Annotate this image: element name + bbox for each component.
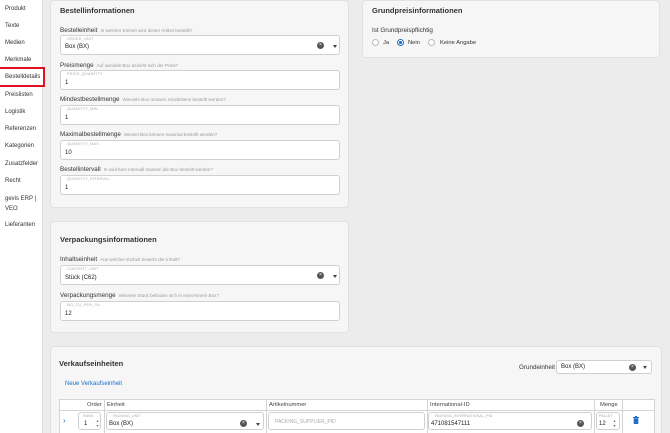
radio-ja[interactable] [372,39,379,46]
packaging-card: Verpackungsinformationen Inhaltseinheit A… [50,221,349,333]
col-header-einheit: Einheit [107,402,125,408]
base-price-card: Grundpreisinformationen Ist Grundpreispf… [362,0,660,58]
sidebar-item-logistik[interactable]: Logistik [0,108,43,116]
sidebar-item-bestelldetails[interactable]: Bestelldetails [0,67,45,87]
pack-qty-input[interactable]: NO_CU_PER_OU 12 [60,301,340,321]
order-info-card: Bestellinformationen Bestelleinheit In we… [50,0,349,208]
order-info-title: Bestellinformationen [60,6,135,15]
max-qty-input[interactable]: QUANTITY_MAX 10 [60,140,340,160]
price-qty-input[interactable]: PRICE_QUANTITY 1 [60,70,340,90]
clear-icon[interactable]: × [240,420,247,427]
quantity-stepper[interactable]: PALLET 12 ▴ ▾ [596,412,620,430]
pack-qty-label: Verpackungsmenge Wieviele Stück befinden … [60,292,220,299]
sidebar-item-medien[interactable]: Medien [0,39,43,47]
chevron-down-icon[interactable] [333,44,337,48]
sidebar-item-produkt[interactable]: Produkt [0,5,43,13]
packaging-title: Verpackungsinformationen [60,235,157,244]
chevron-right-icon[interactable]: › [63,416,66,425]
clear-icon[interactable]: × [317,272,324,279]
content-unit-label: Inhaltseinheit Aus welcher Einheit besteh… [60,256,180,263]
sidebar-item-kategorien[interactable]: Kategorien [0,142,43,150]
order-rank-input[interactable]: RANK 1 ▴ ▾ [78,412,101,430]
order-unit-select[interactable]: ORDER_UNIT Box (BX) × [60,35,340,55]
radio-nein[interactable] [397,39,404,46]
base-price-question: Ist Grundpreispflichtig [372,27,433,34]
sales-unit-select[interactable]: PACKING_UNIT Box (BX) × [106,412,264,430]
price-qty-label: Preismenge Auf wieviele Box bezieht sich … [60,62,179,69]
sidebar-item-referenzen[interactable]: Referenzen [0,125,43,133]
new-sales-unit-link[interactable]: Neue Verkaufseinheit [65,381,122,387]
content-unit-select[interactable]: CONTENT_UNIT Stück (C62) × [60,265,340,285]
radio-keine-angabe-label: Keine Angabe [440,39,477,46]
sidebar: Produkt Texte Medien Merkmale Bestelldet… [0,0,45,433]
sidebar-item-lieferanten[interactable]: Lieferanten [0,221,43,229]
col-header-international-id: International-ID [430,402,470,408]
col-header-artikelnummer: Artikelnummer [269,402,307,408]
radio-ja-label: Ja [383,39,390,46]
international-id-input[interactable]: PACKING_INTERNATIONAL_PID 471081547111 × [428,412,592,430]
sidebar-item-veo[interactable]: VEO [0,205,43,213]
sidebar-item-preislisten[interactable]: Preislisten [0,91,43,99]
clear-icon[interactable]: × [317,42,324,49]
min-qty-label: Mindestbestellmenge Wieviele Box müssen m… [60,96,226,103]
chevron-down-icon[interactable] [643,366,647,369]
clear-icon[interactable]: × [577,420,584,427]
interval-input[interactable]: QUANTITY_INTERVAL 1 [60,175,340,195]
chevron-down-icon[interactable] [256,422,260,426]
sidebar-item-merkmale[interactable]: Merkmale [0,56,43,64]
chevron-down-icon[interactable] [333,274,337,278]
base-unit-label: Grundeinheit [519,364,556,371]
clear-icon[interactable]: × [629,363,636,371]
sidebar-item-texte[interactable]: Texte [0,22,43,30]
trash-icon[interactable] [633,416,639,424]
sidebar-item-gevis-erp[interactable]: gevis ERP | [0,195,43,203]
article-number-input[interactable]: PACKING_SUPPLIER_PID [268,412,425,430]
radio-nein-label: Nein [408,39,420,46]
radio-keine-angabe[interactable] [428,39,435,46]
sidebar-item-zusatzfelder[interactable]: Zusatzfelder [0,160,43,168]
base-unit-select[interactable]: Box (BX) × [556,360,652,374]
col-header-menge: Menge [600,402,618,408]
stepper-icon[interactable]: ▴ ▾ [612,418,617,428]
base-price-title: Grundpreisinformationen [372,6,463,15]
stepper-icon[interactable]: ▴ ▾ [95,418,100,428]
sales-units-title: Verkaufseinheiten [59,359,124,368]
min-qty-input[interactable]: QUANTITY_MIN 1 [60,105,340,125]
interval-label: Bestellintervall In welchem Intervall müs… [60,166,213,173]
max-qty-label: Maximalbestellmenge Wieviel Box können ma… [60,131,218,138]
col-header-order: Order [87,402,102,408]
sidebar-item-recht[interactable]: Recht [0,177,43,185]
order-unit-label: Bestelleinheit In welcher Einheit wird di… [60,27,193,34]
